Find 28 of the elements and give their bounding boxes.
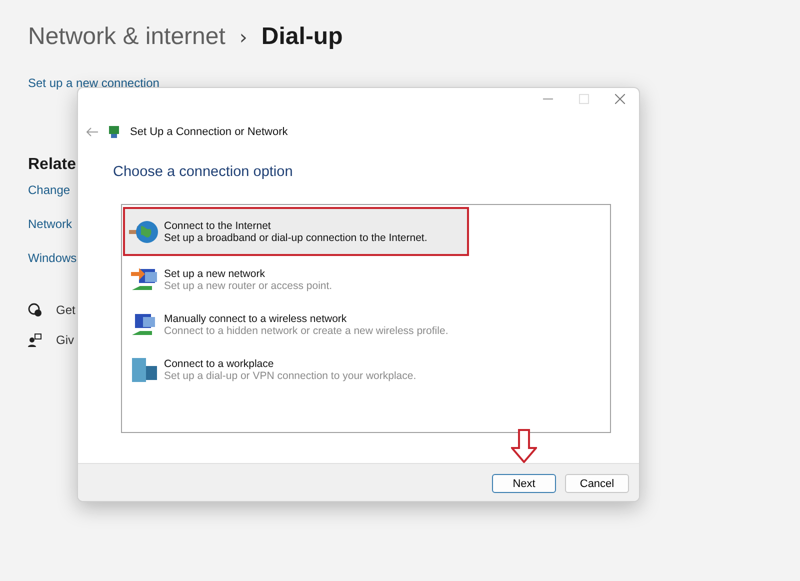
- breadcrumb-separator: ›: [239, 25, 248, 49]
- option-description: Connect to a hidden network or create a new wireless profile.: [164, 325, 448, 337]
- dialog-heading: Choose a connection option: [112, 163, 294, 180]
- connection-option[interactable]: Connect to a workplace Set up a dial-up or VPN connection to your workplace.: [123, 349, 443, 391]
- connection-option[interactable]: Set up a new network Set up a new router or access point.: [123, 259, 443, 301]
- building-icon: [129, 356, 159, 384]
- option-description: Set up a new router or access point.: [164, 280, 332, 292]
- close-icon[interactable]: [615, 94, 625, 104]
- option-description: Set up a dial-up or VPN connection to your workplace.: [164, 370, 416, 382]
- section-heading: Relate: [28, 156, 76, 173]
- help-icon: [28, 303, 42, 317]
- breadcrumb-link[interactable]: Network & internet: [28, 23, 226, 51]
- network-icon: [106, 124, 122, 140]
- setup-link[interactable]: Set up a new connection: [28, 76, 160, 90]
- dialog-button[interactable]: Next: [492, 474, 556, 494]
- help-link[interactable]: Get: [56, 303, 76, 317]
- option-title: Set up a new network: [164, 268, 266, 280]
- option-title: Connect to the Internet: [164, 220, 272, 232]
- option-description: Set up a broadband or dial-up connection to the Internet.: [164, 232, 428, 244]
- page-title: Dial-up: [261, 23, 343, 51]
- dialog-button[interactable]: Cancel: [565, 474, 629, 494]
- feedback-icon: [28, 333, 42, 347]
- help-link[interactable]: Giv: [56, 333, 74, 347]
- connection-option[interactable]: Connect to the Internet Set up a broadband or dial-up connection to the Internet.: [123, 207, 469, 256]
- option-title: Manually connect to a wireless network: [164, 313, 348, 325]
- option-title: Connect to a workplace: [164, 358, 275, 370]
- back-arrow-icon[interactable]: [86, 127, 98, 137]
- dialog-title: Set Up a Connection or Network: [130, 126, 288, 138]
